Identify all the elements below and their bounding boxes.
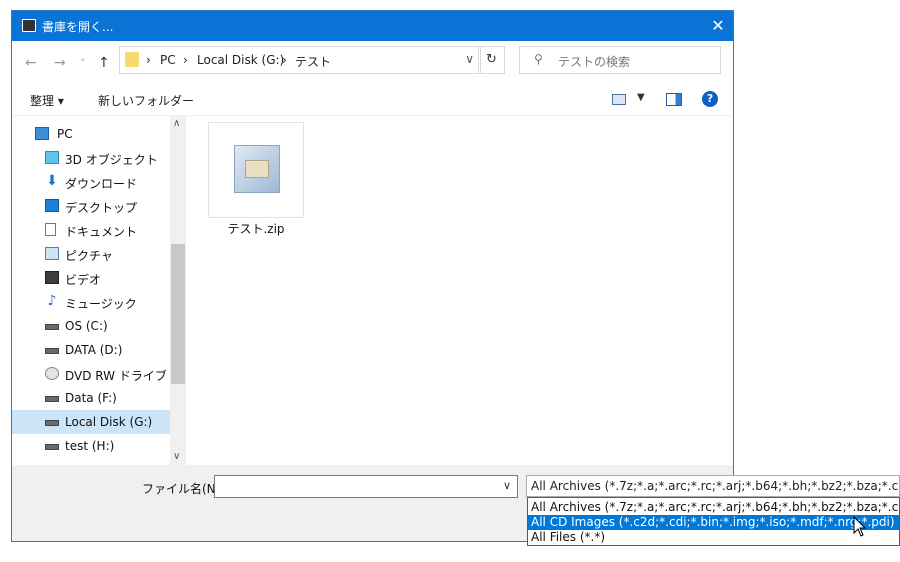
music-icon: ♪: [47, 293, 57, 309]
sidebar-item-label: ドキュメント: [65, 225, 138, 239]
filename-label: ファイル名(N):: [142, 482, 225, 496]
search-box[interactable]: ⚲ テストの検索: [519, 46, 721, 74]
sidebar-item-label: test (H:): [65, 439, 115, 453]
sidebar-item-desktop[interactable]: デスクトップ: [12, 194, 170, 218]
address-dropdown-icon[interactable]: ∨: [465, 52, 474, 66]
preview-pane-icon[interactable]: [666, 93, 682, 106]
file-item[interactable]: [208, 122, 304, 218]
filter-option-cd-images[interactable]: All CD Images (*.c2d;*.cdi;*.bin;*.img;*…: [528, 515, 899, 530]
file-type-filter[interactable]: All Archives (*.7z;*.a;*.arc;*.rc;*.arj;…: [526, 475, 900, 497]
pictures-icon: [45, 247, 59, 260]
sidebar-item-pc[interactable]: PC: [12, 122, 170, 146]
sidebar-item-pictures[interactable]: ピクチャ: [12, 242, 170, 266]
sidebar-item-data-d[interactable]: DATA (D:): [12, 338, 170, 362]
recent-locations-icon[interactable]: ˅: [80, 57, 86, 70]
refresh-button[interactable]: ↻: [478, 46, 505, 74]
command-toolbar: 整理 ▾ 新しいフォルダー ▼ ?: [12, 85, 733, 116]
mouse-cursor-icon: [853, 516, 867, 537]
breadcrumb-separator: ›: [146, 53, 151, 67]
desktop-icon: [45, 199, 59, 212]
document-icon: [45, 223, 56, 236]
zip-archive-icon: [234, 145, 280, 193]
breadcrumb-separator: ›: [282, 53, 287, 67]
window-title: 書庫を開く...: [42, 20, 114, 34]
3d-objects-icon: [45, 151, 59, 164]
drive-icon: [45, 324, 59, 330]
filename-field[interactable]: ∨: [214, 475, 518, 498]
sidebar-item-label: 3D オブジェクト: [65, 153, 158, 167]
back-icon[interactable]: ←: [25, 55, 37, 71]
file-list: テスト.zip: [186, 116, 733, 465]
organize-button[interactable]: 整理 ▾: [30, 92, 64, 109]
filename-dropdown-icon[interactable]: ∨: [503, 479, 511, 492]
sidebar-item-os-c[interactable]: OS (C:): [12, 314, 170, 338]
sidebar-item-label: デスクトップ: [65, 201, 138, 215]
scroll-down-icon[interactable]: ∨: [173, 451, 180, 462]
dvd-icon: [45, 367, 59, 380]
filter-selected-value: All Archives (*.7z;*.a;*.arc;*.rc;*.arj;…: [531, 479, 899, 493]
file-name[interactable]: テスト.zip: [208, 220, 304, 237]
sidebar-item-label: ダウンロード: [65, 177, 138, 191]
breadcrumb-test[interactable]: テスト: [295, 53, 331, 70]
sidebar-item-label: OS (C:): [65, 319, 108, 333]
open-archive-dialog: 書庫を開く... ✕ ← → ˅ ↑ › PC › Local Disk (G:…: [11, 10, 734, 542]
search-placeholder: テストの検索: [558, 55, 631, 69]
close-icon[interactable]: ✕: [703, 11, 733, 41]
pc-icon: [35, 127, 49, 140]
app-icon: [22, 19, 36, 32]
sidebar-item-downloads[interactable]: ⬇ ダウンロード: [12, 170, 170, 194]
sidebar-item-local-disk-g[interactable]: Local Disk (G:): [12, 410, 170, 434]
sidebar-item-label: ピクチャ: [65, 249, 113, 263]
scroll-thumb[interactable]: [171, 244, 185, 384]
sidebar-item-videos[interactable]: ビデオ: [12, 266, 170, 290]
sidebar-item-music[interactable]: ♪ ミュージック: [12, 290, 170, 314]
scroll-up-icon[interactable]: ∧: [173, 118, 180, 129]
sidebar-item-label: ビデオ: [65, 273, 102, 287]
file-type-dropdown-list: All Archives (*.7z;*.a;*.arc;*.rc;*.arj;…: [527, 497, 900, 546]
breadcrumb-separator: ›: [183, 53, 188, 67]
video-icon: [45, 271, 59, 284]
drive-icon: [45, 444, 59, 450]
up-folder-icon[interactable]: ↑: [98, 55, 110, 71]
new-folder-button[interactable]: 新しいフォルダー: [98, 92, 194, 109]
navigation-pane: PC 3D オブジェクト ⬇ ダウンロード デスクトップ ドキュメント ピクチャ…: [12, 116, 186, 465]
folder-icon: [125, 52, 139, 67]
filter-option-all-archives[interactable]: All Archives (*.7z;*.a;*.arc;*.rc;*.arj;…: [528, 500, 899, 515]
view-icon[interactable]: [612, 94, 626, 105]
sidebar-item-dvd-e[interactable]: DVD RW ドライブ (E:): [12, 362, 186, 386]
sidebar-item-label: Data (F:): [65, 391, 117, 405]
forward-icon[interactable]: →: [54, 55, 66, 71]
zip-folder-inner: [245, 160, 269, 178]
sidebar-item-data-f[interactable]: Data (F:): [12, 386, 170, 410]
sidebar-item-label: Local Disk (G:): [65, 415, 153, 429]
drive-icon: [45, 420, 59, 426]
navigation-scrollbar[interactable]: ∧ ∨: [170, 116, 186, 465]
drive-icon: [45, 396, 59, 402]
help-icon[interactable]: ?: [702, 91, 718, 107]
download-icon: ⬇: [46, 173, 58, 189]
title-bar: 書庫を開く... ✕: [12, 11, 733, 41]
navigation-bar: ← → ˅ ↑ › PC › Local Disk (G:) › テスト ∨ ↻…: [12, 41, 733, 85]
address-bar[interactable]: › PC › Local Disk (G:) › テスト ∨: [119, 46, 481, 74]
sidebar-item-test-h[interactable]: test (H:): [12, 434, 170, 458]
sidebar-item-label: DATA (D:): [65, 343, 123, 357]
sidebar-item-label: ミュージック: [65, 297, 137, 311]
sidebar-item-3d-objects[interactable]: 3D オブジェクト: [12, 146, 170, 170]
breadcrumb-pc[interactable]: PC: [160, 53, 176, 67]
breadcrumb-local-disk[interactable]: Local Disk (G:): [197, 53, 284, 67]
sidebar-item-label: DVD RW ドライブ (E:): [65, 369, 186, 383]
view-dropdown-icon[interactable]: ▼: [637, 92, 645, 103]
sidebar-item-label: PC: [57, 127, 73, 141]
drive-icon: [45, 348, 59, 354]
search-icon: ⚲: [534, 52, 543, 66]
sidebar-item-documents[interactable]: ドキュメント: [12, 218, 170, 242]
filter-option-all-files[interactable]: All Files (*.*): [528, 530, 899, 545]
